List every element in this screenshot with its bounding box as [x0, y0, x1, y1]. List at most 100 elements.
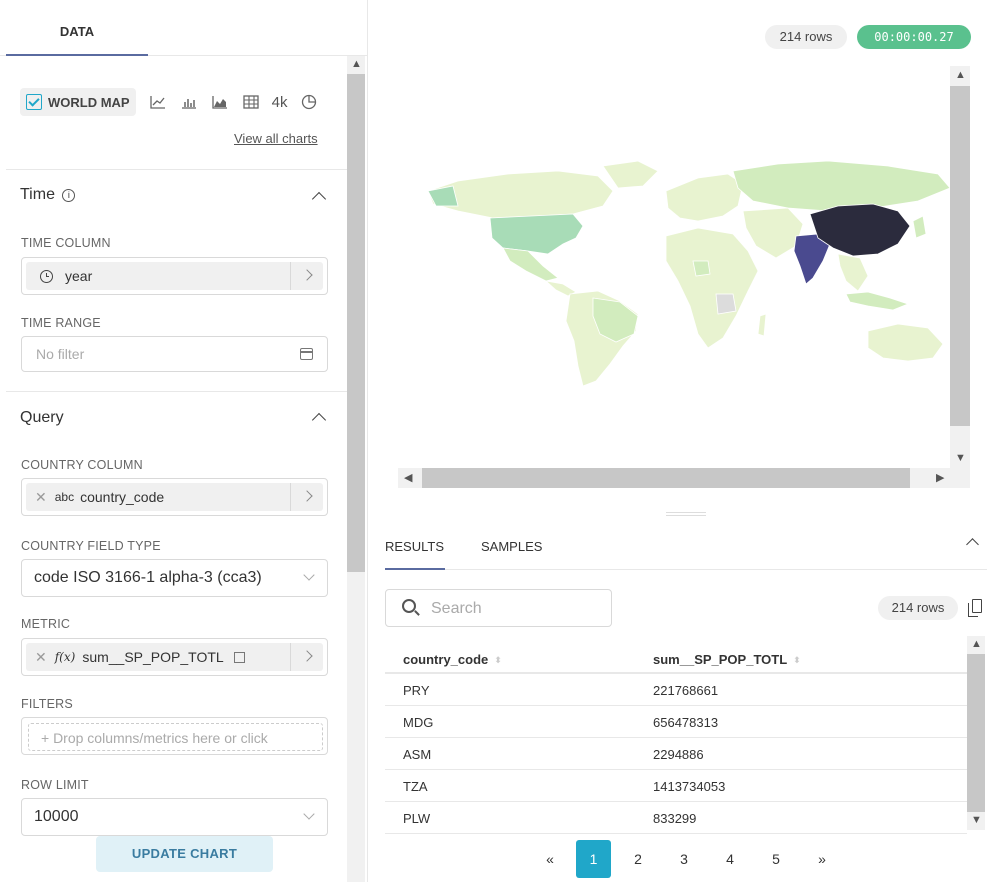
scroll-right-arrow-icon[interactable]: ▶	[936, 471, 944, 484]
map-region-japan	[912, 215, 927, 239]
bar-chart-icon[interactable]	[180, 93, 198, 111]
tab-data[interactable]: DATA	[6, 0, 148, 56]
time-column-label: TIME COLUMN	[21, 236, 111, 250]
sort-icon[interactable]: ⬍	[793, 655, 801, 666]
pill-separator	[290, 643, 291, 671]
table-cell: MDG	[403, 715, 434, 730]
pie-chart-icon[interactable]	[300, 93, 318, 111]
remove-icon[interactable]: ✕	[35, 489, 47, 506]
chevron-down-icon[interactable]	[303, 569, 315, 581]
chevron-down-icon[interactable]	[303, 808, 315, 820]
results-search-input[interactable]: Search	[385, 589, 612, 627]
map-region-southeast-asia	[837, 253, 869, 292]
scroll-up-arrow-icon[interactable]: ▲	[351, 58, 362, 70]
map-vertical-thumb[interactable]	[950, 86, 970, 426]
pagination-page[interactable]: 5	[764, 840, 788, 878]
row-limit-value: 10000	[34, 808, 79, 825]
resize-handle[interactable]	[666, 512, 706, 516]
map-region-nigeria	[692, 260, 711, 277]
table-cell: 2294886	[653, 747, 704, 762]
query-timer-badge: 00:00:00.27	[857, 25, 971, 49]
time-section-title: Time	[20, 186, 55, 203]
collapse-results-chevron-icon[interactable]	[966, 538, 979, 551]
map-region-russia	[732, 160, 950, 212]
column-header-label: sum__SP_POP_TOTL	[653, 652, 788, 667]
map-horizontal-thumb[interactable]	[422, 468, 910, 488]
time-column-field[interactable]: year	[21, 257, 328, 295]
big-number-chart-icon[interactable]: 4k	[272, 94, 288, 111]
map-horizontal-scrollbar[interactable]: ◀ ▶	[398, 468, 970, 488]
map-vertical-scrollbar[interactable]: ▲ ▼	[950, 66, 970, 470]
table-row: TZA 1413734053	[385, 770, 967, 802]
chart-type-world-map[interactable]: WORLD MAP	[20, 88, 136, 116]
area-chart-icon[interactable]	[211, 93, 229, 111]
time-column-pill[interactable]: year	[26, 262, 323, 290]
table-scrollbar[interactable]: ▲ ▼	[967, 636, 985, 830]
copy-icon[interactable]	[968, 599, 982, 617]
line-chart-icon[interactable]	[149, 93, 167, 111]
world-map-container[interactable]: ▲ ▼ ◀ ▶	[398, 66, 970, 490]
clock-icon	[40, 269, 53, 283]
column-header[interactable]: country_code ⬍	[403, 652, 502, 667]
collapse-query-chevron-icon[interactable]	[311, 412, 327, 428]
table-chart-icon[interactable]	[242, 93, 260, 111]
chevron-right-icon[interactable]	[301, 650, 313, 662]
pill-separator	[290, 483, 291, 511]
function-icon: f(x)	[54, 650, 76, 664]
time-section-header[interactable]: Time i	[20, 186, 76, 204]
chart-type-bar: WORLD MAP 4k	[20, 88, 318, 116]
table-row: ASM 2294886	[385, 738, 967, 770]
type-abc-icon: abc	[54, 490, 75, 504]
table-row: MDG 656478313	[385, 706, 967, 738]
pagination-page[interactable]: 4	[718, 840, 742, 878]
edit-metric-icon[interactable]	[233, 651, 245, 663]
world-map[interactable]	[398, 66, 950, 466]
filters-dropzone[interactable]: + Drop columns/metrics here or click	[28, 723, 323, 751]
update-chart-button[interactable]: UPDATE CHART	[96, 836, 273, 872]
time-range-field[interactable]: No filter	[21, 336, 328, 372]
pagination-page[interactable]: 1	[576, 840, 611, 878]
pagination-page[interactable]: 3	[672, 840, 696, 878]
country-column-pill[interactable]: ✕ abc country_code	[26, 483, 323, 511]
chevron-right-icon[interactable]	[301, 269, 313, 281]
scroll-left-arrow-icon[interactable]: ◀	[404, 471, 412, 484]
scroll-down-arrow-icon[interactable]: ▼	[971, 814, 982, 826]
left-scrollbar[interactable]: ▲	[347, 56, 365, 882]
table-cell: 221768661	[653, 683, 719, 698]
table-scrollbar-thumb[interactable]	[967, 654, 985, 812]
calendar-icon[interactable]	[300, 348, 313, 360]
row-limit-select[interactable]: 10000	[21, 798, 328, 836]
metric-pill[interactable]: ✕ f(x) sum__SP_POP_TOTL	[26, 643, 323, 671]
pagination-page[interactable]: 2	[626, 840, 650, 878]
pagination-next[interactable]: »	[810, 840, 834, 878]
world-map-label: WORLD MAP	[48, 94, 130, 110]
check-icon	[26, 94, 42, 110]
left-scrollbar-thumb[interactable]	[347, 74, 365, 572]
column-header[interactable]: sum__SP_POP_TOTL ⬍	[653, 652, 801, 667]
collapse-time-chevron-icon[interactable]	[311, 191, 327, 207]
remove-icon[interactable]: ✕	[35, 649, 47, 666]
time-range-placeholder: No filter	[36, 346, 85, 362]
filters-field[interactable]: + Drop columns/metrics here or click	[21, 717, 328, 755]
rows-count-badge: 214 rows	[765, 25, 847, 49]
scroll-down-arrow-icon[interactable]: ▼	[955, 452, 966, 464]
sort-icon[interactable]: ⬍	[494, 655, 502, 666]
left-tab-bar: DATA	[0, 0, 367, 56]
tab-samples[interactable]: SAMPLES	[481, 539, 542, 554]
query-section-header[interactable]: Query	[20, 409, 64, 427]
pagination-prev[interactable]: «	[538, 840, 562, 878]
scroll-up-arrow-icon[interactable]: ▲	[955, 69, 966, 81]
country-column-field[interactable]: ✕ abc country_code	[21, 478, 328, 516]
country-field-type-select[interactable]: code ISO 3166-1 alpha-3 (cca3)	[21, 559, 328, 597]
table-cell: PRY	[403, 683, 430, 698]
pill-separator	[290, 262, 291, 290]
table-cell: 656478313	[653, 715, 719, 730]
map-region-africa	[665, 227, 759, 349]
chevron-right-icon[interactable]	[301, 490, 313, 502]
results-table: country_code ⬍ sum__SP_POP_TOTL ⬍ PRY 2217…	[385, 642, 967, 834]
tab-results[interactable]: RESULTS	[385, 539, 444, 554]
view-all-charts-link[interactable]: View all charts	[234, 131, 318, 146]
scroll-up-arrow-icon[interactable]: ▲	[971, 638, 982, 650]
metric-field[interactable]: ✕ f(x) sum__SP_POP_TOTL	[21, 638, 328, 676]
active-tab-indicator	[385, 568, 445, 570]
